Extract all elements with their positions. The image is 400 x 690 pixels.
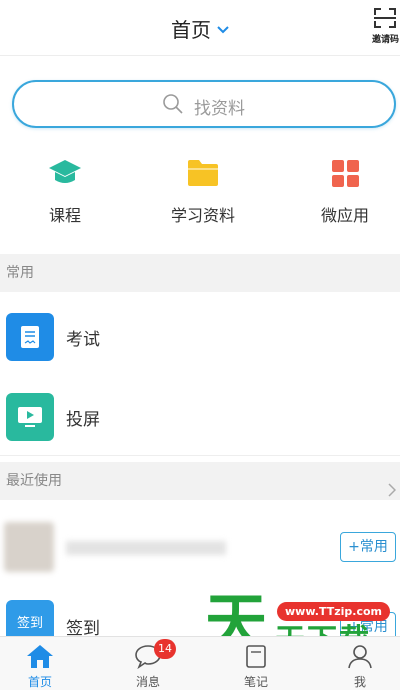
blurred-title <box>66 541 226 555</box>
tab-notes[interactable]: 笔记 <box>216 641 296 690</box>
chevron-down-icon <box>217 15 229 39</box>
home-icon <box>0 641 80 671</box>
tab-home[interactable]: 首页 <box>0 641 80 690</box>
profile-icon <box>320 641 400 671</box>
section-header-recent: 最近使用 <box>0 462 400 500</box>
note-icon <box>216 641 296 671</box>
app-grid-icon <box>280 156 400 190</box>
bottom-tab-bar: 首页 14 消息 笔记 我 <box>0 636 400 690</box>
list-item-sign-in[interactable]: 签到 签到 +常用 <box>0 596 400 636</box>
tab-messages[interactable]: 14 消息 <box>108 639 188 690</box>
quick-links: 课程 学习资料 微应用 <box>0 156 400 236</box>
graduation-cap-icon <box>0 156 130 190</box>
page-title: 首页 <box>171 18 211 42</box>
chat-bubble-icon <box>108 641 188 671</box>
tab-label: 首页 <box>27 675 52 689</box>
list-item-exam[interactable]: 考试 <box>0 298 400 376</box>
add-to-common-button[interactable]: +常用 <box>340 612 396 636</box>
list-item-label: 签到 <box>66 619 100 636</box>
quick-link-label: 微应用 <box>320 206 369 225</box>
tab-label: 消息 <box>135 675 160 689</box>
exam-paper-icon <box>6 313 54 361</box>
quick-link-course[interactable]: 课程 <box>0 156 130 226</box>
folder-icon <box>138 156 268 190</box>
invite-code-button[interactable]: 邀请码 <box>370 6 400 48</box>
unread-badge: 14 <box>154 639 176 659</box>
search-bar[interactable]: 找资料 <box>12 80 396 128</box>
chevron-right-icon[interactable] <box>388 474 397 512</box>
tab-me[interactable]: 我 <box>320 641 400 690</box>
list-item-label: 考试 <box>66 330 100 350</box>
section-header-common: 常用 <box>0 254 400 292</box>
tab-label: 我 <box>353 675 366 689</box>
list-item-recent[interactable]: +常用 <box>0 508 400 586</box>
screen-cast-icon <box>6 393 54 441</box>
search-placeholder: 找资料 <box>194 98 245 119</box>
quick-link-label: 课程 <box>48 206 81 225</box>
blurred-avatar <box>4 522 54 572</box>
page-title-dropdown[interactable]: 首页 <box>0 14 400 43</box>
search-icon <box>162 93 184 119</box>
top-header: 首页 邀请码 <box>0 0 400 56</box>
sign-in-tile: 签到 <box>6 600 54 636</box>
section-title: 最近使用 <box>6 473 62 489</box>
list-item-screen-cast[interactable]: 投屏 <box>0 378 400 456</box>
quick-link-label: 学习资料 <box>170 206 235 225</box>
invite-code-label: 邀请码 <box>372 35 400 45</box>
quick-link-materials[interactable]: 学习资料 <box>138 156 268 226</box>
quick-link-micro-apps[interactable]: 微应用 <box>280 156 400 226</box>
list-item-label: 投屏 <box>66 410 100 430</box>
scan-icon <box>374 8 396 28</box>
tab-label: 笔记 <box>243 675 268 689</box>
add-to-common-button[interactable]: +常用 <box>340 532 396 562</box>
